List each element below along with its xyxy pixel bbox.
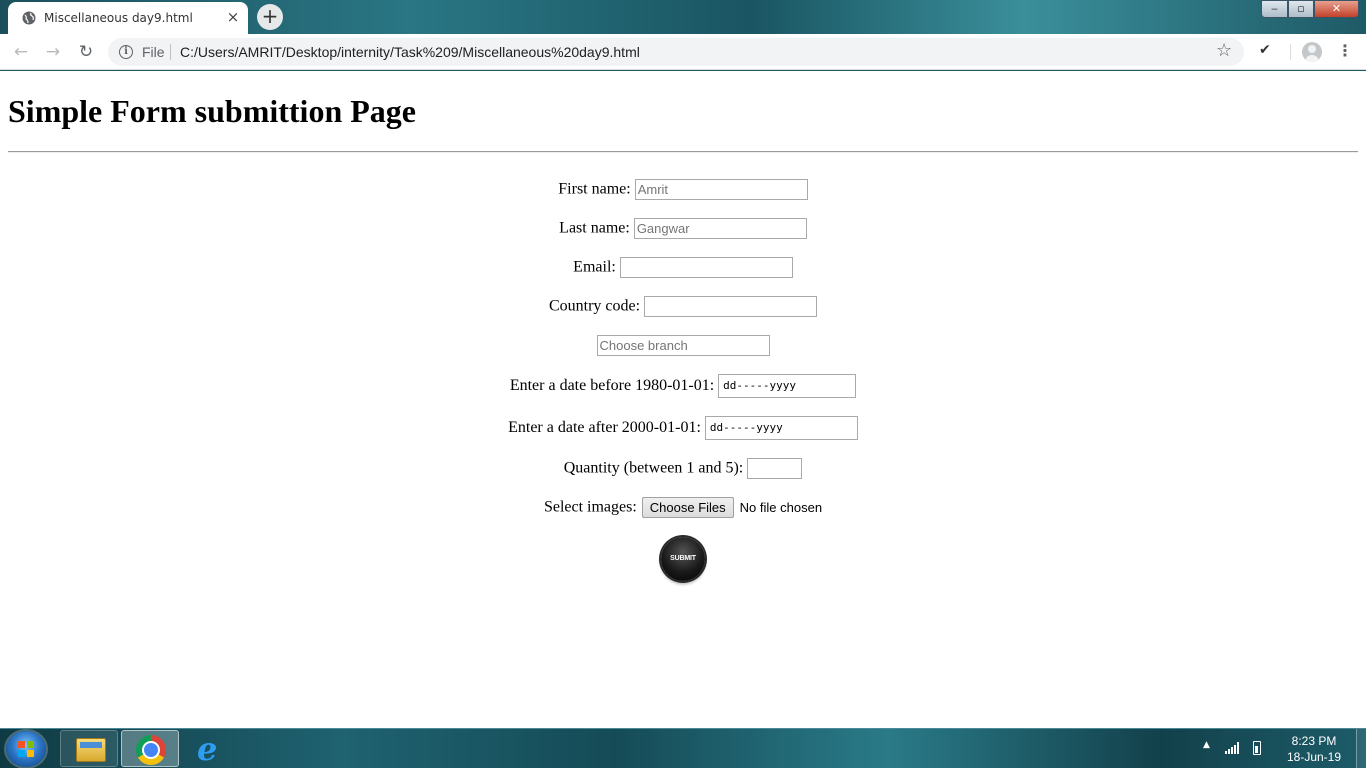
- windows-start-icon[interactable]: [6, 731, 46, 767]
- file-status-text: No file chosen: [739, 500, 823, 515]
- images-row: Select images: Choose Files No file chos…: [0, 497, 1366, 518]
- date-before-label: Enter a date before 1980-01-01:: [509, 377, 715, 394]
- system-clock[interactable]: 8:23 PM 18-Jun-19: [1274, 733, 1354, 765]
- tray-expand-icon[interactable]: ▲: [1203, 740, 1210, 750]
- first-name-label: First name:: [558, 180, 631, 198]
- url-text[interactable]: C:/Users/AMRIT/Desktop/internity/Task%20…: [180, 44, 640, 60]
- folder-icon: [76, 738, 106, 762]
- email-row: Email:: [0, 257, 1366, 278]
- page-content: Simple Form submittion Page First name: …: [0, 71, 1366, 728]
- tab-title: Miscellaneous day9.html: [44, 11, 193, 25]
- new-tab-button[interactable]: +: [257, 4, 283, 30]
- country-code-label: Country code:: [548, 297, 641, 315]
- address-separator: [170, 44, 171, 60]
- country-code-row: Country code:: [0, 296, 1366, 317]
- quantity-label: Quantity (between 1 and 5):: [563, 459, 744, 477]
- toolbar-separator: [1290, 44, 1291, 60]
- battery-icon[interactable]: [1253, 741, 1261, 755]
- last-name-label: Last name:: [559, 219, 630, 237]
- date-after-row: Enter a date after 2000-01-01: dd-----yy…: [0, 416, 1366, 440]
- taskbar-explorer-button[interactable]: [60, 730, 118, 767]
- date-before-row: Enter a date before 1980-01-01: dd-----y…: [0, 374, 1366, 398]
- choose-files-button[interactable]: Choose Files: [641, 497, 734, 518]
- branch-row: [0, 335, 1366, 356]
- page-title: Simple Form submittion Page: [8, 93, 416, 129]
- bookmark-star-icon[interactable]: ☆: [1216, 41, 1232, 61]
- browser-tab[interactable]: Miscellaneous day9.html ×: [8, 2, 248, 34]
- forward-arrow-icon[interactable]: →: [41, 41, 65, 63]
- first-name-input[interactable]: [634, 179, 808, 200]
- chrome-icon: [136, 735, 166, 765]
- horizontal-rule: [8, 151, 1358, 153]
- globe-icon: [22, 11, 36, 25]
- email-input[interactable]: [619, 257, 793, 278]
- info-icon[interactable]: i: [119, 45, 133, 59]
- window-maximize-button[interactable]: ▫: [1288, 0, 1314, 18]
- clock-time: 8:23 PM: [1291, 734, 1337, 748]
- internet-explorer-icon: e: [197, 730, 218, 768]
- kebab-menu-icon[interactable]: ⋮: [1337, 42, 1353, 60]
- back-arrow-icon[interactable]: ←: [9, 41, 33, 63]
- branch-input[interactable]: [596, 335, 770, 356]
- images-label: Select images:: [543, 498, 637, 516]
- date-after-label: Enter a date after 2000-01-01:: [508, 419, 701, 436]
- window-close-button[interactable]: ✕: [1314, 0, 1359, 18]
- quantity-input[interactable]: [747, 458, 803, 479]
- date-before-input[interactable]: dd-----yyyy: [718, 374, 857, 398]
- email-label: Email:: [573, 258, 616, 276]
- browser-toolbar: ← → ↻ i File C:/Users/AMRIT/Desktop/inte…: [0, 34, 1366, 70]
- last-name-row: Last name:: [0, 218, 1366, 239]
- reload-icon[interactable]: ↻: [74, 41, 98, 63]
- taskbar-ie-button[interactable]: e: [182, 730, 240, 767]
- show-desktop-button[interactable]: [1356, 729, 1366, 768]
- window-minimize-button[interactable]: ‒: [1261, 0, 1288, 18]
- taskbar-chrome-button[interactable]: [121, 730, 179, 767]
- network-signal-icon[interactable]: [1225, 742, 1241, 754]
- submit-image-button[interactable]: SUBMIT: [661, 537, 705, 581]
- date-after-input[interactable]: dd-----yyyy: [704, 416, 858, 440]
- last-name-input[interactable]: [633, 218, 807, 239]
- browser-titlebar: Miscellaneous day9.html × + ‒ ▫ ✕: [0, 0, 1366, 34]
- quantity-row: Quantity (between 1 and 5):: [0, 458, 1366, 479]
- clock-date: 18-Jun-19: [1286, 750, 1342, 764]
- taskbar: e: [0, 728, 1366, 768]
- extension-check-icon[interactable]: ✔: [1259, 42, 1271, 58]
- profile-avatar-icon[interactable]: [1302, 42, 1322, 62]
- tab-close-icon[interactable]: ×: [224, 8, 242, 26]
- address-bar[interactable]: i File C:/Users/AMRIT/Desktop/internity/…: [108, 38, 1244, 66]
- scheme-label: File: [142, 44, 165, 60]
- country-code-input[interactable]: [644, 296, 818, 317]
- first-name-row: First name:: [0, 179, 1366, 200]
